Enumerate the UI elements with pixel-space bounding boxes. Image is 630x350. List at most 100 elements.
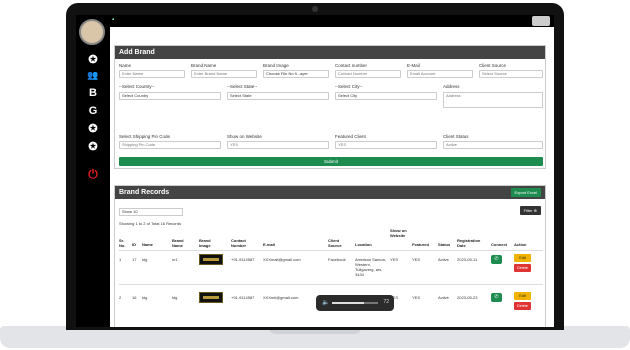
email-input[interactable]: Email Account [407,70,473,78]
header-divider [119,250,543,251]
col-registration: Registration Date [457,238,481,248]
brand-b-icon[interactable]: B [83,86,103,100]
volume-overlay: 🔈 72 [316,295,394,311]
brand-logo-image [199,292,223,303]
col-email: E-mail [263,242,276,247]
status-select[interactable]: Active [443,141,543,149]
row1-source: Facebook [328,257,346,262]
volume-level: 72 [383,299,389,305]
name-input[interactable]: Enter Name [119,70,185,78]
col-client-source: Client Source [328,238,342,248]
row1-brand: m1 [172,257,178,262]
col-brand-name: Brand Name [172,238,184,248]
row2-status: Active [438,295,449,300]
email-label: E-Mail [407,63,420,68]
rocket-icon[interactable]: ✪ [83,140,103,154]
export-excel-button[interactable]: Export Excel [510,188,541,197]
brand-image-label: Brand Image [263,63,289,68]
row2-sr: 2 [119,295,122,300]
row1-featured: YES [412,257,421,262]
row1-contact: +91-9114587 [231,257,255,262]
col-featured: Featured [412,242,429,247]
row1-email: XXXmail@gmail.com [263,257,301,262]
address-textarea[interactable]: Address [443,92,543,108]
volume-slider[interactable] [332,302,378,304]
country-select[interactable]: Select Country [119,92,221,100]
featured-select[interactable]: YES [335,141,437,149]
volume-icon[interactable]: 🔈 [322,299,329,306]
brand-logo-image [199,254,223,265]
row2-email: XXXmil@gmail.com [263,295,299,300]
row1-name: ktg [142,257,148,262]
add-brand-card: Add Brand Name Enter Name Brand Name Ent… [114,45,546,169]
brand-image-file-input[interactable]: Choose File No fi...ayer [263,70,329,78]
showing-count: Showing 1 to 2 of Total 16 Records [119,221,181,226]
shipping-pin-select[interactable]: Shipping Pin Code [119,141,221,149]
row2-date: 2023-05-23 [457,295,478,300]
city-select[interactable]: Select City [335,92,437,100]
col-sr: Sr. No. [119,238,126,248]
row2-featured: YES [412,295,421,300]
add-brand-title: Add Brand [115,46,545,59]
row1-location: Amrekan Samoa, Western, Tuilgaverg, ars,… [355,257,386,277]
row2-brand: ktg [172,295,178,300]
topbar: ▪ [110,15,554,27]
col-contact: Contact Number [231,238,247,248]
main-content: Add Brand Name Enter Name Brand Name Ent… [110,27,554,327]
edit-button[interactable]: Edit [514,292,531,300]
brand-name-label: Brand Name [191,63,217,68]
col-status: Status [438,242,451,247]
screen: ✪ 👥 B G ✪ ✪ ⏻ ▪ Add Brand Name Enter Nam… [76,15,554,327]
brand-records-title: Brand Records [115,186,545,199]
whatsapp-icon[interactable]: ✆ [491,255,502,264]
power-icon[interactable]: ⏻ [83,167,103,181]
whatsapp-icon[interactable]: ✆ [491,293,502,302]
state-label: --Select State-- [227,84,258,89]
show-website-select[interactable]: YES [227,141,329,149]
contact-number-input[interactable]: Contact Number [335,70,401,78]
client-source-select[interactable]: Select Source [479,70,543,78]
contact-number-label: Contact number [335,63,368,68]
col-brand-image: Brand Image [199,238,211,248]
delete-button[interactable]: Delete [514,264,531,272]
volume-slider-fill [332,302,365,304]
row1-id: 17 [132,257,137,262]
show-website-label: Show on Website [227,134,262,139]
row2-name: ktg [142,295,148,300]
city-label: --Select City-- [335,84,363,89]
filter-button[interactable]: Filter ⊕ [519,206,541,215]
row2-id: 16 [132,295,137,300]
col-action: Action [514,242,527,247]
featured-label: Featured Client [335,134,366,139]
col-id: ID [132,242,136,247]
col-name: Name [142,242,153,247]
row1-date: 2023-05-11 [457,257,478,262]
row-divider [119,284,543,285]
rocket-icon[interactable]: ✪ [83,53,103,67]
status-label: Client Status [443,134,469,139]
state-select[interactable]: Select State [227,92,329,100]
menu-icon[interactable]: ▪ [112,17,114,23]
camera-icon [312,6,318,12]
rocket-icon[interactable]: ✪ [83,122,103,136]
users-icon[interactable]: 👥 [83,68,103,82]
col-show-website: Show on Website [390,228,407,238]
country-label: --Select Country-- [119,84,155,89]
col-location: Location [355,242,372,247]
user-avatar[interactable] [532,16,550,26]
row1-website: YES [390,257,399,262]
client-source-label: Client Source [479,63,507,68]
col-connect: Connect [491,242,507,247]
brand-g-icon[interactable]: G [83,104,103,118]
row1-sr: 1 [119,257,122,262]
edit-button[interactable]: Edit [514,254,531,262]
shipping-label: Select Shipping Pin Code [119,134,171,139]
submit-button[interactable]: Submit [119,157,543,166]
name-label: Name [119,63,132,68]
row1-status: Active [438,257,449,262]
row2-contact: +91-9114587 [231,295,255,300]
delete-button[interactable]: Delete [514,302,531,310]
brand-name-input[interactable]: Enter Brand Name [191,70,257,78]
show-entries-select[interactable]: Show 10 [119,208,183,216]
avatar[interactable] [79,19,105,45]
